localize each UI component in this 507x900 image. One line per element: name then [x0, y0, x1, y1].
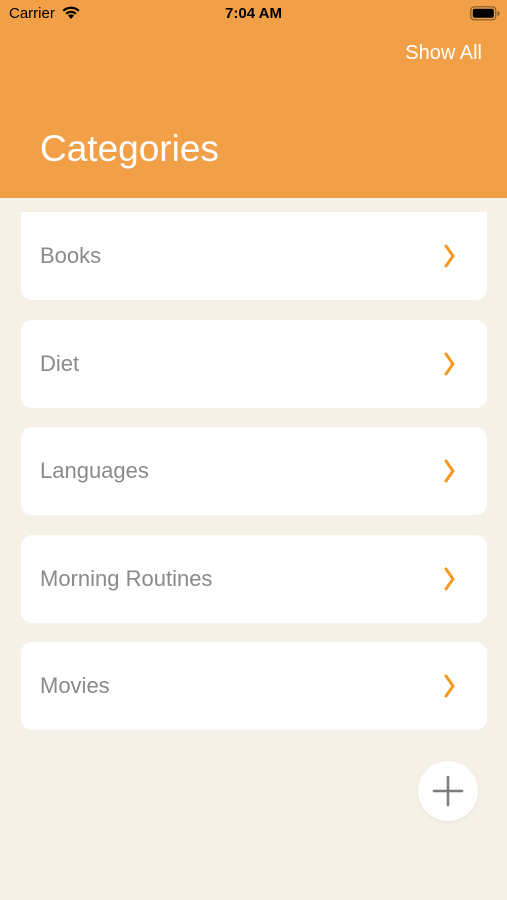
show-all-button[interactable]: Show All: [405, 42, 482, 65]
chevron-right-icon: [444, 674, 455, 698]
chevron-right-icon: [444, 352, 455, 375]
categories-list: Books Diet Languages Morning Routines Movies: [21, 212, 487, 750]
clock: 7:04 AM: [225, 5, 282, 22]
plus-icon: [432, 775, 464, 807]
category-label: Movies: [40, 673, 110, 698]
category-label: Books: [40, 243, 102, 268]
category-label: Diet: [40, 350, 80, 376]
battery-icon: [470, 6, 500, 21]
category-row[interactable]: Languages: [21, 427, 487, 515]
chevron-right-icon: [444, 459, 455, 483]
category-label: Languages: [40, 458, 149, 483]
category-row[interactable]: Morning Routines: [21, 534, 487, 623]
category-row[interactable]: Books: [21, 212, 487, 300]
category-label: Morning Routines: [40, 565, 213, 591]
category-row[interactable]: Diet: [21, 319, 487, 408]
navigation-header: Carrier 7:04 AM Show All Categories: [0, 0, 507, 198]
chevron-right-icon: [444, 244, 455, 268]
chevron-right-icon: [444, 567, 455, 590]
page-title: Categories: [40, 128, 219, 169]
add-category-button[interactable]: [418, 761, 478, 821]
category-row[interactable]: Movies: [21, 642, 487, 730]
status-bar: Carrier 7:04 AM: [0, 0, 507, 28]
